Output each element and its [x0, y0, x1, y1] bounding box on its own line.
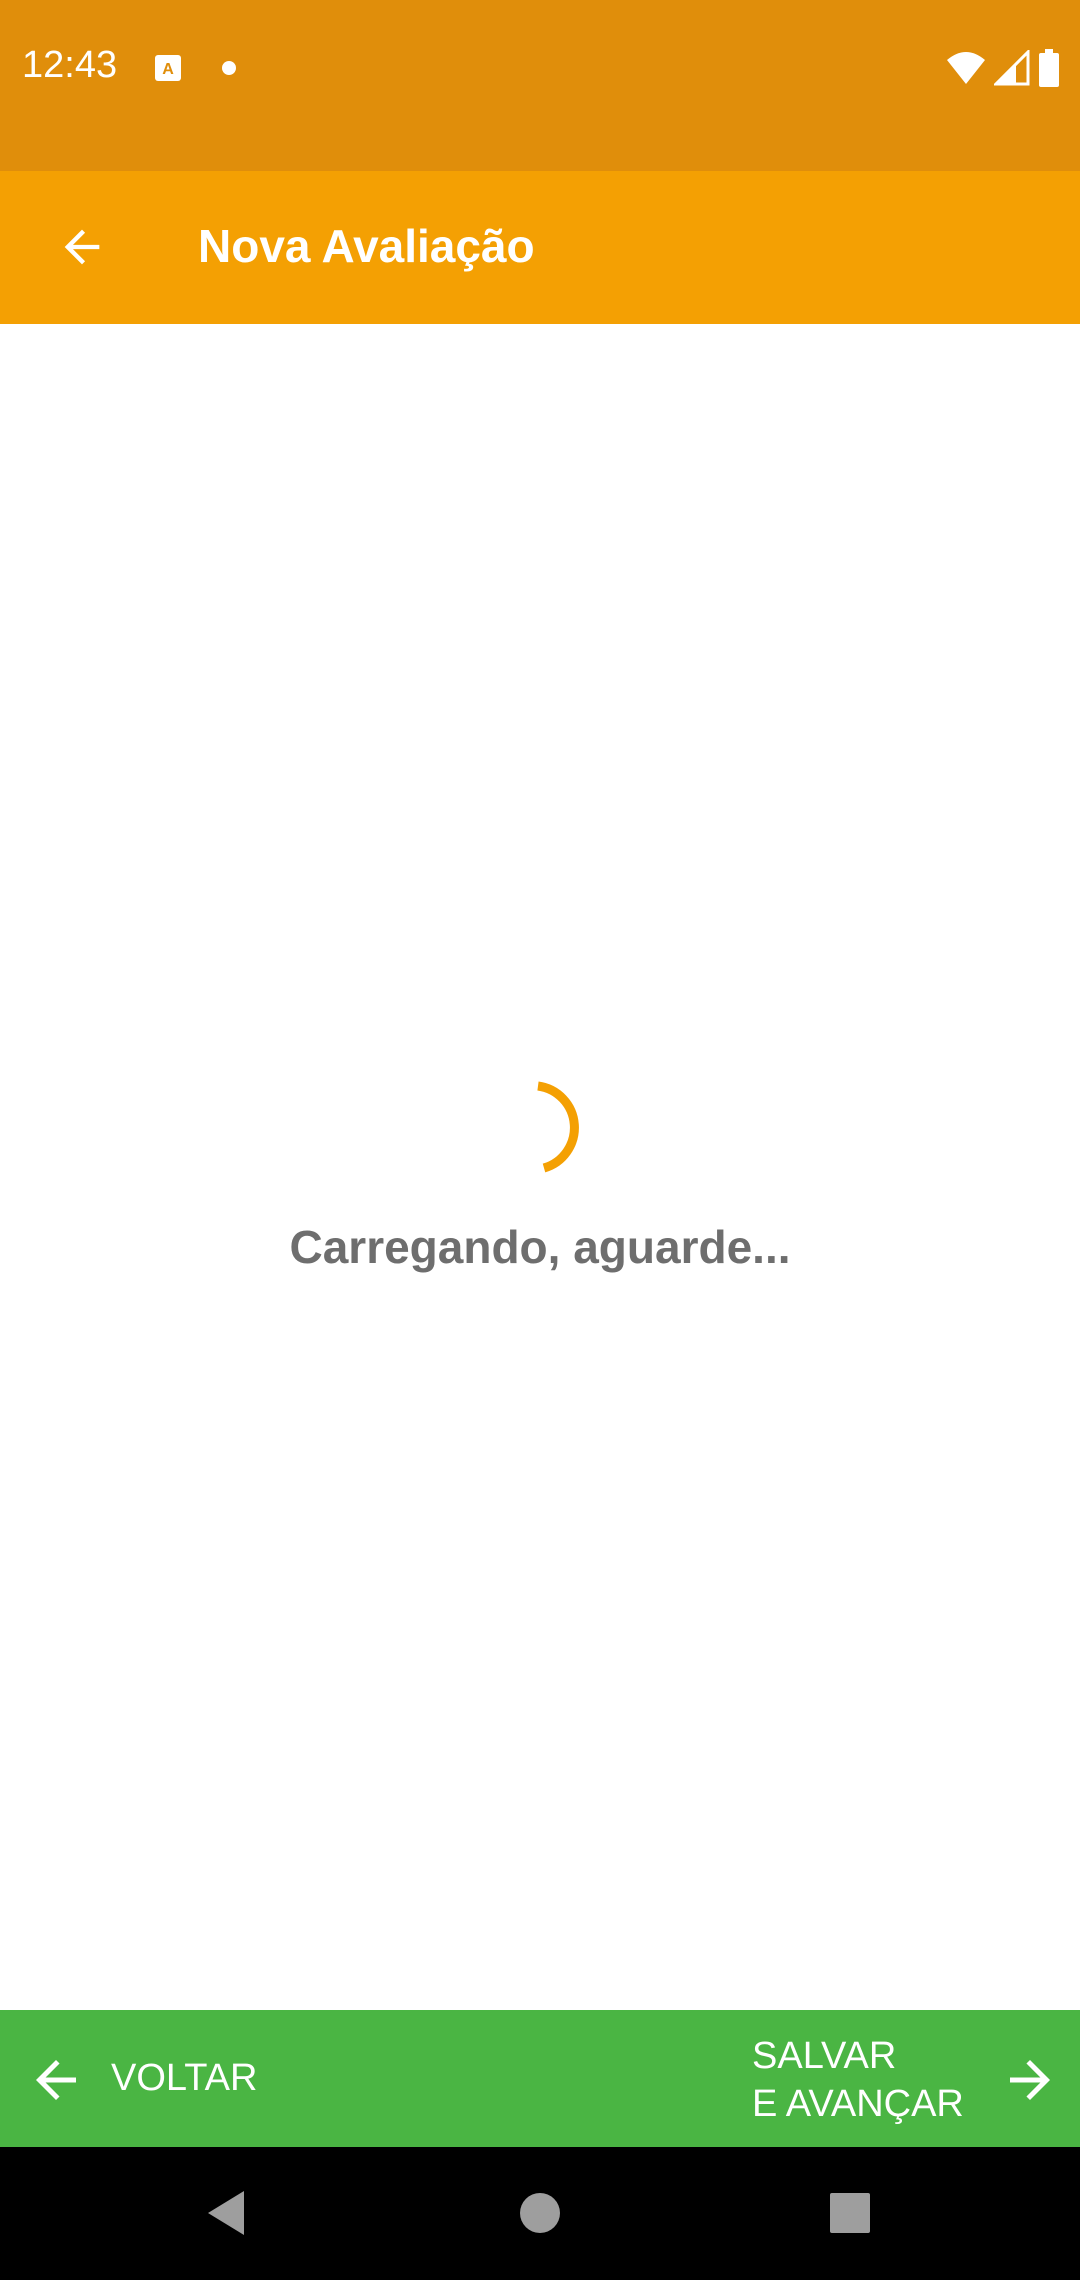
signal-icon [994, 50, 1030, 86]
status-time: 12:43 [22, 44, 118, 86]
bottom-action-bar: VOLTAR SALVAR E AVANÇAR [0, 2010, 1080, 2147]
status-icons [946, 48, 1060, 88]
arrow-left-icon [36, 2060, 76, 2100]
nav-back-button[interactable] [194, 2181, 258, 2245]
nav-recents-button[interactable] [818, 2181, 882, 2245]
loading-spinner-icon [537, 1081, 579, 1173]
nav-home-button[interactable] [508, 2181, 572, 2245]
home-circle-icon [520, 2193, 560, 2233]
page-title: Nova Avaliação [198, 220, 535, 272]
main-content: Carregando, aguarde... [0, 324, 1080, 2010]
salvar-e-avancar-button[interactable]: SALVAR E AVANÇAR [700, 2010, 1080, 2147]
voltar-label: VOLTAR [111, 2057, 258, 2099]
next-label-line1: SALVAR [752, 2035, 897, 2077]
screen: 12:43 A Nova Avaliação Carregando, aguar… [0, 0, 1080, 2280]
back-button[interactable] [42, 207, 122, 287]
battery-icon [1039, 49, 1059, 87]
a-notification-icon: A [155, 55, 181, 81]
voltar-button[interactable]: VOLTAR [0, 2010, 380, 2147]
system-nav-bar [0, 2147, 1080, 2280]
svg-text:A: A [162, 61, 174, 78]
next-label-line2: E AVANÇAR [752, 2083, 964, 2125]
arrow-back-icon [64, 229, 100, 265]
loading-text: Carregando, aguarde... [289, 1221, 791, 1273]
back-triangle-icon [208, 2191, 244, 2235]
salvar-e-avancar-label: SALVAR E AVANÇAR [752, 2032, 964, 2128]
wifi-icon [947, 52, 985, 84]
status-bar: 12:43 A [0, 0, 1080, 171]
arrow-right-icon [1010, 2060, 1050, 2100]
app-bar: Nova Avaliação [0, 171, 1080, 324]
recents-square-icon [830, 2193, 870, 2233]
dot-icon [222, 61, 236, 75]
